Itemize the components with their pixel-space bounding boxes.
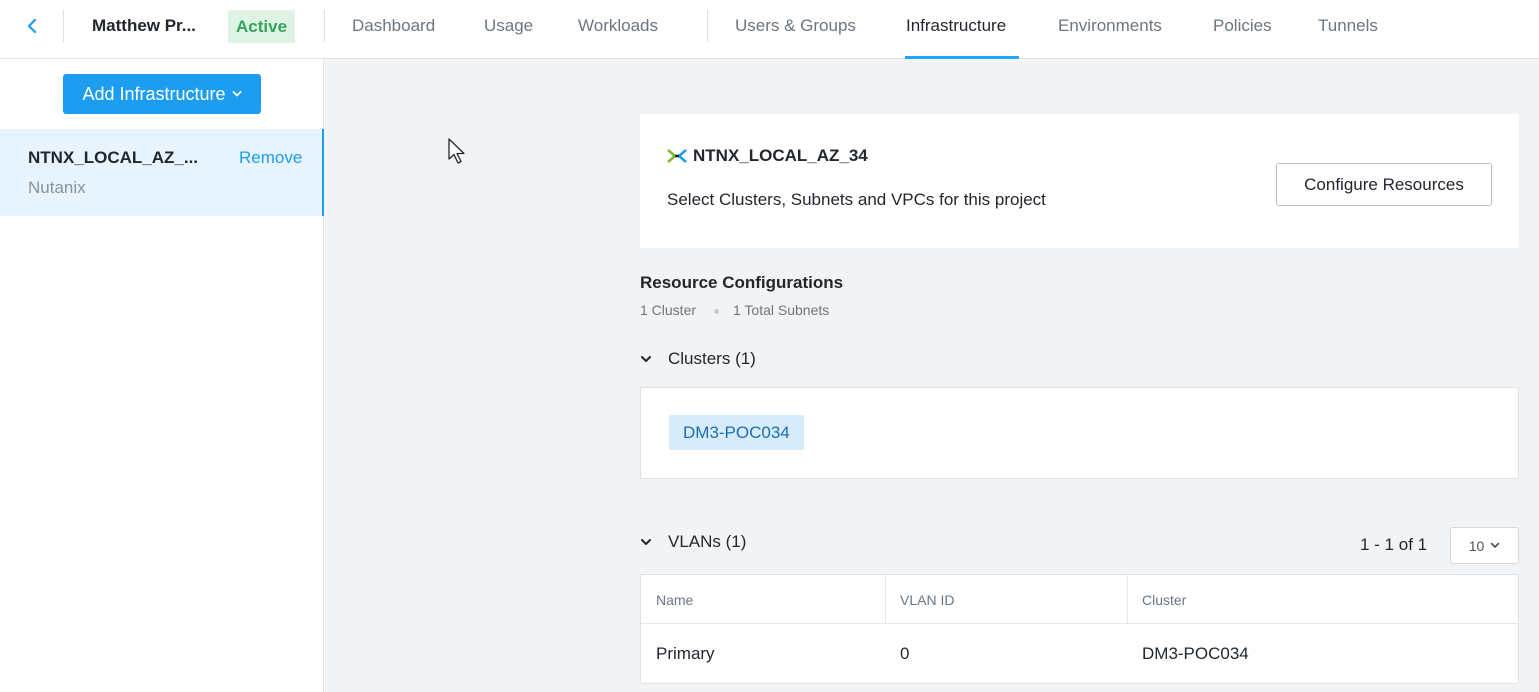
status-badge: Active	[228, 10, 296, 43]
column-divider	[885, 575, 886, 624]
clusters-panel: DM3-POC034	[640, 387, 1519, 479]
chevron-down-icon	[232, 91, 241, 97]
vlan-cluster-cell: DM3-POC034	[1142, 644, 1249, 663]
configure-resources-button[interactable]: Configure Resources	[1276, 163, 1492, 206]
divider	[324, 10, 325, 42]
active-tab-indicator	[905, 56, 1019, 59]
back-button[interactable]	[20, 14, 44, 38]
chevron-down-icon	[1490, 542, 1500, 548]
table-row: Primary 0 DM3-POC034	[641, 624, 1518, 683]
infrastructure-sidebar: Add Infrastructure NTNX_LOCAL_AZ_... Rem…	[0, 59, 324, 692]
tab-environments[interactable]: Environments	[1058, 16, 1162, 36]
chevron-left-icon	[27, 18, 37, 34]
account-subtitle: Select Clusters, Subnets and VPCs for th…	[667, 190, 1046, 209]
cluster-count: 1 Cluster	[640, 302, 697, 318]
separator-dot	[714, 309, 719, 314]
vlan-name-cell: Primary	[656, 644, 715, 663]
nutanix-logo-icon	[667, 149, 687, 163]
account-title: NTNX_LOCAL_AZ_34	[693, 146, 868, 165]
infrastructure-name: NTNX_LOCAL_AZ_...	[28, 148, 199, 167]
divider	[707, 10, 708, 42]
top-nav-bar: Matthew Pr... Active Dashboard Usage Wor…	[0, 0, 1539, 59]
tab-dashboard[interactable]: Dashboard	[352, 16, 435, 36]
column-header-name[interactable]: Name	[656, 592, 693, 608]
tab-users-groups[interactable]: Users & Groups	[735, 16, 856, 36]
vlans-section-toggle[interactable]: VLANs (1)	[640, 532, 746, 552]
add-infrastructure-button[interactable]: Add Infrastructure	[63, 74, 261, 114]
infrastructure-type: Nutanix	[28, 178, 86, 197]
clusters-section-label: Clusters (1)	[668, 349, 756, 368]
subnet-count: 1 Total Subnets	[733, 302, 830, 318]
column-header-cluster[interactable]: Cluster	[1142, 592, 1186, 608]
chevron-down-icon	[641, 539, 651, 545]
mouse-pointer-icon	[448, 138, 465, 164]
vlan-id-cell: 0	[900, 644, 910, 663]
sidebar-item-infrastructure[interactable]: NTNX_LOCAL_AZ_... Remove Nutanix	[0, 129, 324, 216]
divider	[63, 10, 64, 42]
remove-link[interactable]: Remove	[239, 148, 302, 168]
table-header: Name VLAN ID Cluster	[641, 575, 1518, 624]
tab-workloads[interactable]: Workloads	[578, 16, 658, 36]
add-infrastructure-label: Add Infrastructure	[82, 83, 226, 104]
page-size-value: 10	[1468, 537, 1485, 554]
clusters-section-toggle[interactable]: Clusters (1)	[640, 349, 756, 369]
tab-infrastructure[interactable]: Infrastructure	[906, 16, 1006, 36]
page-size-select[interactable]: 10	[1450, 527, 1519, 564]
tab-tunnels[interactable]: Tunnels	[1318, 16, 1378, 36]
vlans-table: Name VLAN ID Cluster Primary 0 DM3-POC03…	[640, 574, 1519, 684]
resource-configurations-title: Resource Configurations	[640, 273, 844, 292]
chevron-down-icon	[641, 356, 651, 362]
column-header-vlan-id[interactable]: VLAN ID	[900, 592, 954, 608]
cluster-chip[interactable]: DM3-POC034	[669, 415, 804, 450]
tab-usage[interactable]: Usage	[484, 16, 533, 36]
vlans-section-label: VLANs (1)	[668, 532, 747, 551]
tab-policies[interactable]: Policies	[1213, 16, 1272, 36]
infrastructure-account-card: NTNX_LOCAL_AZ_34 Select Clusters, Subnet…	[640, 114, 1519, 248]
pagination-text: 1 - 1 of 1	[1360, 535, 1428, 554]
project-name: Matthew Pr...	[92, 16, 196, 35]
column-divider	[1127, 575, 1128, 624]
